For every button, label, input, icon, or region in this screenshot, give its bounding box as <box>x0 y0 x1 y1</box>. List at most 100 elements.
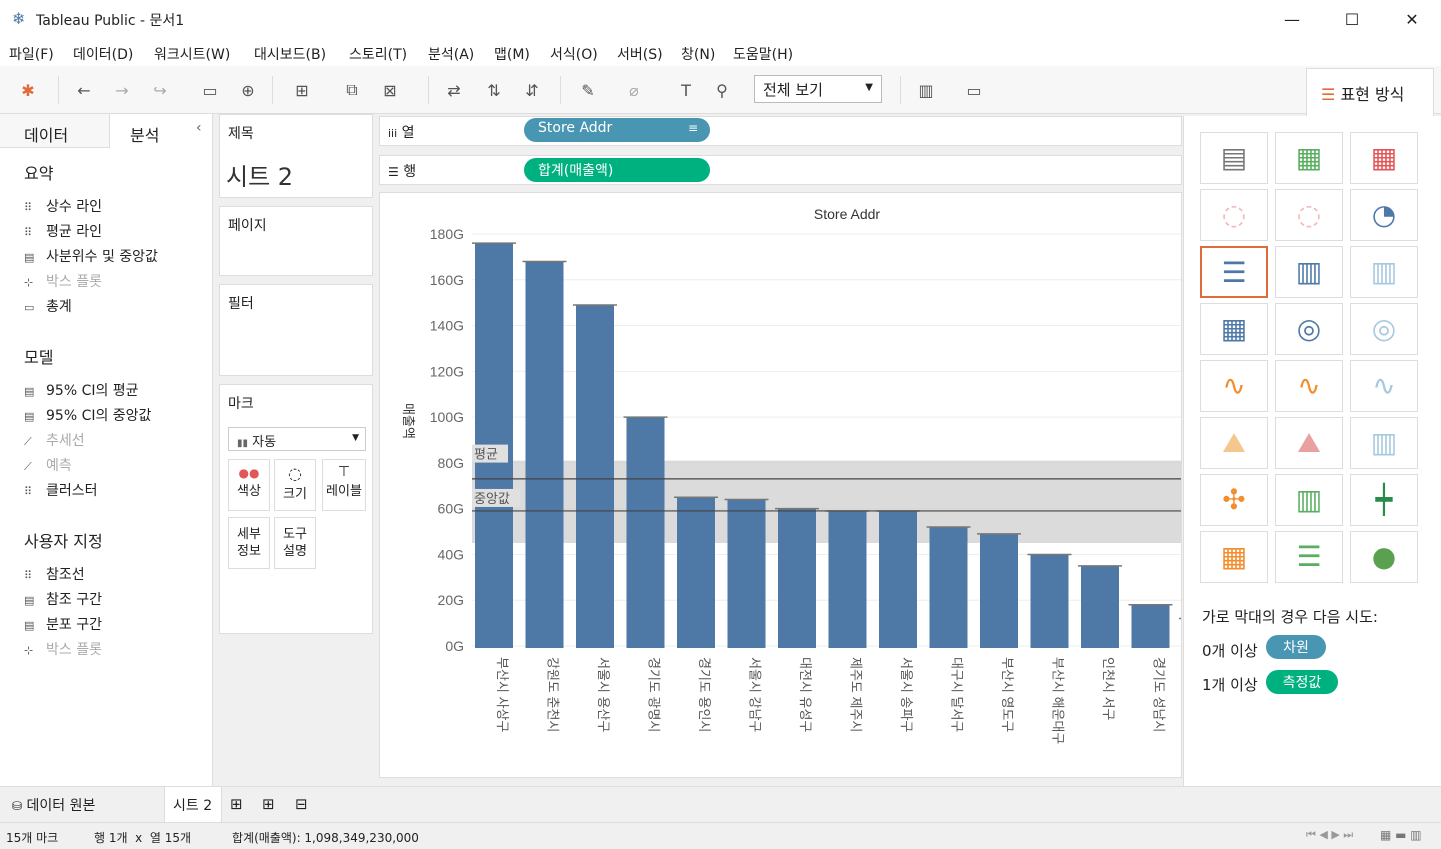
rows-pill[interactable]: 합계(매출액) <box>524 158 710 182</box>
bar[interactable] <box>980 533 1018 648</box>
clear-sheet-icon[interactable]: ⊠ <box>376 76 404 104</box>
attach-icon[interactable]: ⌀ <box>620 76 648 104</box>
analytics-item[interactable]: ⠿ 상수 라인 <box>24 196 102 216</box>
chart-type-thumb[interactable]: ▥ <box>1350 246 1418 298</box>
menu-help[interactable]: 도움말(H) <box>733 44 793 64</box>
save-icon[interactable]: ▭ <box>196 76 224 104</box>
sheet-title[interactable]: 시트 2 <box>226 157 293 192</box>
rows-shelf[interactable] <box>379 155 1182 185</box>
pin-icon[interactable]: ⚲ <box>708 76 736 104</box>
detail-button[interactable]: 세부 정보 <box>228 517 270 569</box>
chart-type-thumb[interactable]: ◎ <box>1350 303 1418 355</box>
menu-dashboard[interactable]: 대시보드(B) <box>254 44 326 64</box>
chart-type-thumb[interactable]: ◔ <box>1350 189 1418 241</box>
bar[interactable] <box>1131 604 1170 648</box>
new-datasource-icon[interactable]: ⊕ <box>234 76 262 104</box>
tooltip-button[interactable]: 도구 설명 <box>274 517 316 569</box>
chart-type-thumb[interactable]: ∿ <box>1275 360 1343 412</box>
collapse-icon[interactable]: ‹ <box>196 120 202 136</box>
bar-chart[interactable]: Store Addr 0G 20G 40G 60G 80G 100G 120G 140G 160G… <box>380 193 1182 778</box>
chart-type-thumb[interactable]: ▥ <box>1275 474 1343 526</box>
sheet-tab[interactable]: 시트 2 <box>164 787 222 822</box>
maximize-button[interactable]: ☐ <box>1322 0 1382 38</box>
back-icon[interactable]: ← <box>70 76 98 104</box>
pages-card[interactable]: 페이지 <box>219 206 373 276</box>
data-source-tab[interactable]: ⛁ 데이터 원본 <box>0 787 164 822</box>
bar[interactable] <box>879 510 917 648</box>
columns-shelf[interactable] <box>379 116 1182 146</box>
new-sheet-icon[interactable]: ⊞ <box>230 795 243 813</box>
bar[interactable] <box>525 261 564 648</box>
chart-type-thumb[interactable]: ▥ <box>1275 246 1343 298</box>
chart-type-thumb[interactable]: ⛰ <box>1200 417 1268 469</box>
minimize-button[interactable]: — <box>1262 0 1322 38</box>
analytics-item[interactable]: ▤ 참조 구간 <box>24 589 102 609</box>
analytics-item[interactable]: ⠿ 평균 라인 <box>24 221 102 241</box>
sheet-nav-icons[interactable]: ⏮ ◀ ▶ ⏭ <box>1306 828 1353 842</box>
chart-type-thumb[interactable]: ⛰ <box>1275 417 1343 469</box>
viz-area[interactable]: Store Addr 0G 20G 40G 60G 80G 100G 120G 140G 160G… <box>379 192 1182 778</box>
chart-type-thumb[interactable]: ▥ <box>1350 417 1418 469</box>
analytics-item[interactable]: ▤ 분포 구간 <box>24 614 102 634</box>
highlight-icon[interactable]: ✎ <box>574 76 602 104</box>
tableau-home-icon[interactable]: ✱ <box>14 76 42 104</box>
menu-server[interactable]: 서버(S) <box>617 44 663 64</box>
tab-data[interactable]: 데이터 <box>0 114 110 148</box>
bar[interactable] <box>576 304 614 648</box>
filters-card[interactable]: 필터 <box>219 284 373 376</box>
duplicate-sheet-icon[interactable]: ⧉ <box>338 76 366 104</box>
bar[interactable] <box>929 526 968 648</box>
bar[interactable] <box>828 510 867 648</box>
show-me-tab[interactable]: ☰ 표현 방식 <box>1306 68 1434 116</box>
bar[interactable] <box>1081 565 1119 648</box>
analytics-item[interactable]: ⠿ 클러스터 <box>24 480 98 500</box>
bar[interactable] <box>626 417 665 648</box>
chart-type-thumb[interactable]: ☰ <box>1275 531 1343 583</box>
view-mode-icons[interactable]: ▦ ▬ ▥ <box>1380 828 1422 842</box>
menu-story[interactable]: 스토리(T) <box>349 44 407 64</box>
redo-icon[interactable]: ↪ <box>146 76 174 104</box>
menu-data[interactable]: 데이터(D) <box>73 44 133 64</box>
chart-type-thumb[interactable]: ▦ <box>1200 303 1268 355</box>
chart-type-thumb[interactable]: ∿ <box>1350 360 1418 412</box>
presentation-icon[interactable]: ▭ <box>960 76 988 104</box>
tab-analysis[interactable]: 분석 ‹ <box>110 114 213 148</box>
bar[interactable] <box>778 508 816 648</box>
sort-asc-icon[interactable]: ⇅ <box>480 76 508 104</box>
analytics-item[interactable]: ▤ 95% CI의 평균 <box>24 380 139 400</box>
swap-icon[interactable]: ⇄ <box>440 76 468 104</box>
chart-type-thumb[interactable]: ▦ <box>1200 531 1268 583</box>
analytics-item[interactable]: ⠿ 참조선 <box>24 564 85 584</box>
chart-type-thumb[interactable]: ◌ <box>1275 189 1343 241</box>
chart-type-thumb[interactable]: ▦ <box>1350 132 1418 184</box>
show-cards-icon[interactable]: ▥ <box>912 76 940 104</box>
chart-type-thumb[interactable]: ▤ <box>1200 132 1268 184</box>
text-icon[interactable]: T <box>672 76 700 104</box>
bar[interactable] <box>1030 554 1069 648</box>
bar[interactable] <box>677 497 715 648</box>
columns-pill[interactable]: Store Addr ≡ <box>524 118 710 142</box>
chart-type-thumb[interactable]: ∿ <box>1200 360 1268 412</box>
analytics-item[interactable]: ▤ 95% CI의 중앙값 <box>24 405 151 425</box>
menu-analysis[interactable]: 분석(A) <box>428 44 474 64</box>
label-button[interactable]: ⊤ 레이블 <box>322 459 366 511</box>
menu-worksheet[interactable]: 워크시트(W) <box>154 44 230 64</box>
chart-type-thumb[interactable]: ✣ <box>1200 474 1268 526</box>
sort-desc-icon[interactable]: ⇵ <box>518 76 546 104</box>
menu-format[interactable]: 서식(O) <box>550 44 598 64</box>
close-button[interactable]: ✕ <box>1382 0 1441 38</box>
new-worksheet-icon[interactable]: ⊞ <box>288 76 316 104</box>
size-button[interactable]: ◌ 크기 <box>274 459 316 511</box>
new-dashboard-icon[interactable]: ⊞ <box>262 795 275 813</box>
analytics-item[interactable]: ▭ 총계 <box>24 296 72 316</box>
analytics-item[interactable]: ▤ 사분위수 및 중앙값 <box>24 246 158 266</box>
chart-type-thumb[interactable]: ◌ <box>1200 189 1268 241</box>
chart-type-thumb[interactable]: ◎ <box>1275 303 1343 355</box>
chart-type-thumb[interactable]: ☰ <box>1200 246 1268 298</box>
color-button[interactable]: ●● 색상 <box>228 459 270 511</box>
menu-map[interactable]: 맵(M) <box>494 44 530 64</box>
menu-file[interactable]: 파일(F) <box>9 44 54 64</box>
mark-type-select[interactable]: ▮▮ 자동 ▼ <box>228 427 366 451</box>
chart-type-thumb[interactable]: ┿ <box>1350 474 1418 526</box>
menu-window[interactable]: 창(N) <box>681 44 715 64</box>
